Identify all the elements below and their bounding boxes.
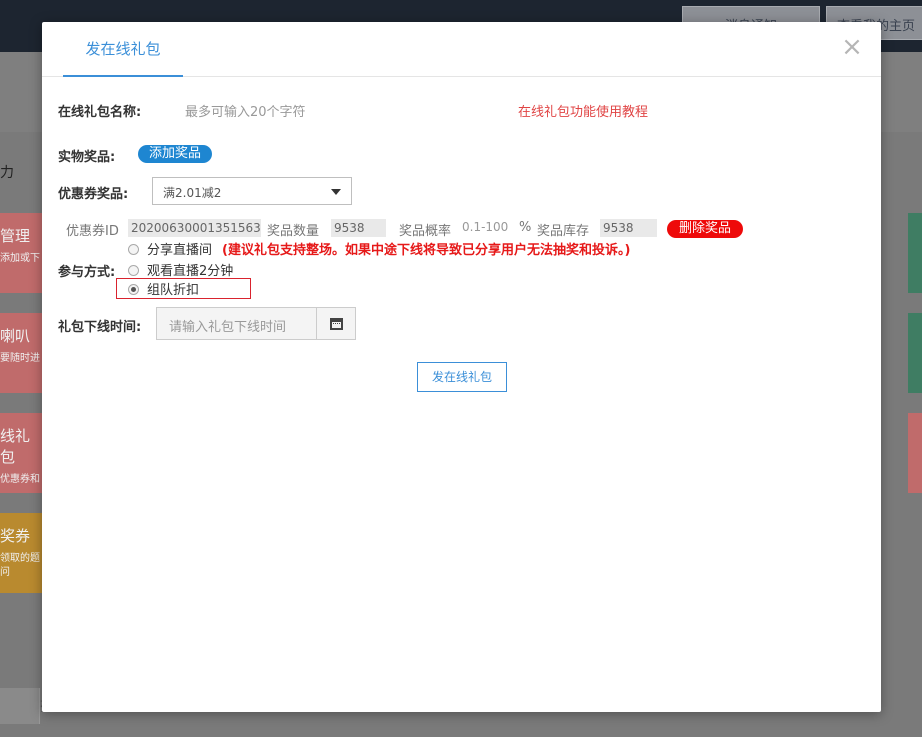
submit-gift-button[interactable]: 发在线礼包 [417,362,507,392]
card-sub: 添加或下 [0,253,40,264]
coupon-select[interactable]: 满2.01减2 [152,177,352,205]
prize-count-label: 奖品数量 [267,224,320,239]
delete-prize-button[interactable]: 删除奖品 [667,220,744,238]
add-prize-button[interactable]: 添加奖品 [138,145,213,163]
offline-time-input[interactable]: 请输入礼包下线时间 [156,307,317,340]
radio-icon[interactable] [128,265,139,276]
card-sub: 领取的题问 [0,553,40,578]
card-title: 奖券 [0,527,31,545]
gift-name-input[interactable]: 最多可输入20个字符 [185,101,306,120]
modal-header: 发在线礼包 × [42,22,881,77]
calendar-button[interactable] [316,307,356,340]
join-option-label: 分享直播间 [147,243,213,258]
right-card[interactable] [908,313,922,393]
close-icon[interactable]: × [841,34,863,60]
right-card[interactable] [908,413,922,493]
gift-modal: 发在线礼包 × 在线礼包名称: 最多可输入20个字符 在线礼包功能使用教程 实物… [42,22,881,712]
card-sub: 优惠券和 [0,474,40,485]
tutorial-link[interactable]: 在线礼包功能使用教程 [518,101,648,120]
selection-highlight-box [116,278,251,299]
coupon-prize-label: 优惠券奖品: [58,187,129,202]
join-option-label: 观看直播2分钟 [147,264,234,279]
card-ticket[interactable]: 奖券 领取的题问 [0,513,44,593]
card-horn[interactable]: 喇叭 要随时进 [0,313,44,393]
card-title: 管理 [0,227,31,245]
prize-prob-label: 奖品概率 [399,224,452,239]
card-sub: 要随时进 [0,353,40,364]
footer-tab-active[interactable] [0,688,40,724]
card-title: 线礼包 [0,427,31,466]
tab-send-gift[interactable]: 发在线礼包 [63,22,183,77]
join-warning: (建议礼包支持整场。如果中途下线将导致已分享用户无法抽奖和投诉。) [222,243,631,258]
physical-prize-label: 实物奖品: [58,150,116,165]
join-method-label: 参与方式: [58,265,116,280]
join-option-watch[interactable]: 观看直播2分钟 [128,260,234,279]
card-manage[interactable]: 管理 添加或下 [0,213,44,293]
radio-icon[interactable] [128,244,139,255]
coupon-selected-value: 满2.01减2 [163,186,222,200]
calendar-icon [330,318,343,330]
right-card[interactable] [908,213,922,293]
join-option-share[interactable]: 分享直播间 (建议礼包支持整场。如果中途下线将导致已分享用户无法抽奖和投诉。) [128,239,631,258]
prize-count-field[interactable]: 9538 [331,219,386,237]
side-text: 力 [0,165,14,181]
caret-down-icon [331,189,341,195]
prize-prob-field[interactable]: 0.1-100 [462,220,508,234]
prize-stock-field[interactable]: 9538 [600,219,657,237]
card-gift[interactable]: 线礼包 优惠券和 [0,413,44,493]
gift-name-label: 在线礼包名称: [58,105,142,120]
offline-time-label: 礼包下线时间: [58,320,142,335]
prize-stock-label: 奖品库存 [537,224,590,239]
card-title: 喇叭 [0,327,31,345]
prize-prob-unit: % [519,220,532,235]
coupon-id-field[interactable]: 20200630001351563 [128,219,261,237]
coupon-id-label: 优惠券ID [66,224,119,239]
